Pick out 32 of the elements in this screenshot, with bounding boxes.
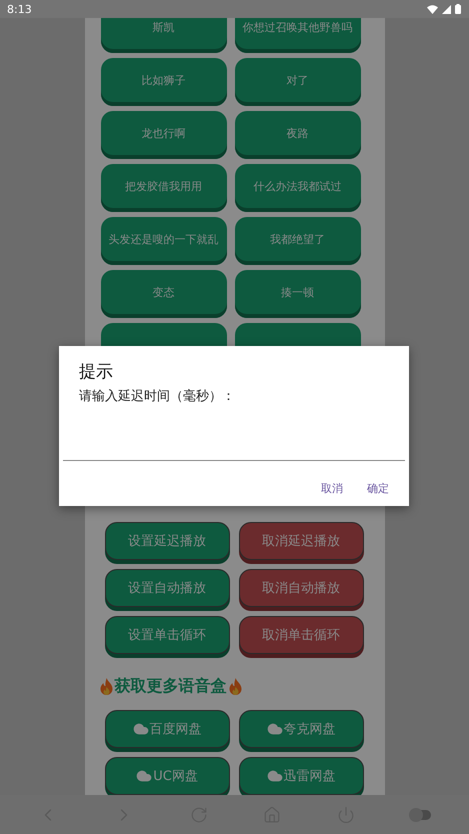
voice-button[interactable]: 比如狮子 <box>100 58 226 106</box>
voice-button[interactable]: 斯凯 <box>100 18 226 53</box>
cloud-icon <box>132 721 148 737</box>
battery-icon <box>455 4 461 14</box>
section-title: 获取更多语音盒 <box>114 675 226 697</box>
voice-button[interactable]: 把发胶借我用用 <box>100 164 226 212</box>
cloud-icon <box>136 768 152 784</box>
dialog-message: 请输入延迟时间（毫秒）： <box>78 388 235 406</box>
voice-button[interactable]: 夜路 <box>234 111 360 159</box>
voice-button[interactable]: 我都绝望了 <box>234 217 360 265</box>
cloud-icon <box>266 768 282 784</box>
signal-icon <box>442 4 451 14</box>
voice-button[interactable]: 头发还是嗖的一下就乱 <box>100 217 226 265</box>
fire-icon <box>228 678 242 694</box>
voice-button[interactable]: 你想过召唤其他野兽吗 <box>234 18 360 53</box>
voice-button[interactable] <box>234 323 360 346</box>
voice-button[interactable] <box>100 323 226 346</box>
voice-button[interactable]: 什么办法我都试过 <box>234 164 360 212</box>
link-button[interactable]: 迅雷网盘 <box>238 757 364 795</box>
fire-icon <box>100 678 112 694</box>
dialog-button[interactable]: 取消 <box>317 477 347 500</box>
status-time: 8:13 <box>7 2 32 16</box>
dialog-title: 提示 <box>78 361 113 382</box>
link-button[interactable]: UC网盘 <box>104 757 230 795</box>
cloud-icon <box>266 721 282 737</box>
voice-button[interactable]: 揍一顿 <box>234 270 360 318</box>
voice-button[interactable]: 变态 <box>100 270 226 318</box>
toggle-switch[interactable] <box>411 810 432 820</box>
voice-button[interactable]: 对了 <box>234 58 360 106</box>
voice-button[interactable]: 龙也行啊 <box>100 111 226 159</box>
wifi-icon <box>427 4 438 14</box>
dialog-button[interactable]: 确定 <box>363 477 393 500</box>
